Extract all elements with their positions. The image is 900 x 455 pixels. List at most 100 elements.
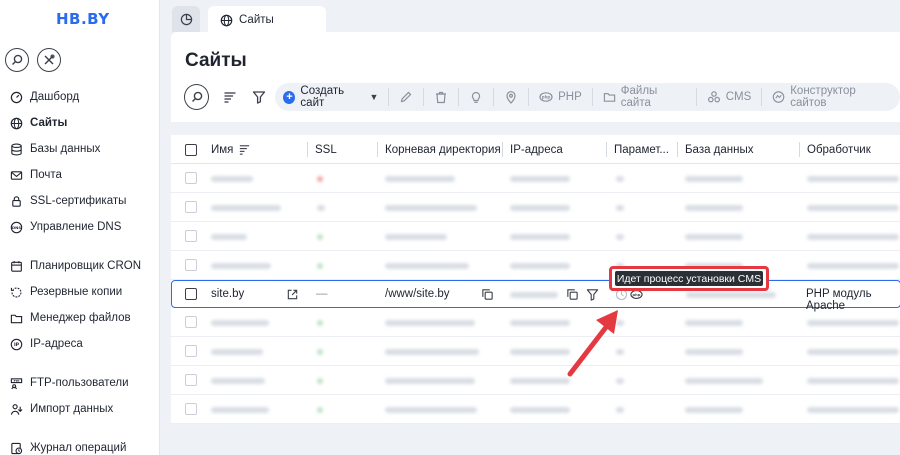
suspend-button[interactable] [463,86,489,108]
row-checkbox[interactable] [185,230,197,242]
location-button[interactable] [498,86,524,108]
blurred-handler [807,234,899,240]
sidebar-item-dashboard[interactable]: Дашборд [0,84,160,110]
sidebar-item-ip[interactable]: IP IP-адреса [0,331,160,357]
sort-button[interactable] [217,84,242,110]
blurred-ip [510,176,570,182]
row-checkbox[interactable] [185,374,197,386]
toolbar-divider [761,88,763,106]
ip-icon: IP [10,338,23,350]
select-all-checkbox[interactable] [185,135,197,164]
copy-icon[interactable] [481,288,494,301]
table-row[interactable] [171,395,900,424]
column-ip[interactable]: IP-адреса [502,135,563,164]
blurred-ip [510,205,570,211]
tools-button[interactable] [37,48,61,72]
sidebar-item-label: IP-адреса [30,338,83,350]
table-row[interactable] [171,222,900,251]
column-label: База данных [685,143,754,156]
sidebar-item-label: Почта [30,169,62,181]
blurred-name [211,263,271,269]
filter-icon[interactable] [586,288,599,301]
create-site-button[interactable]: + Создать сайт ▼ [281,85,384,109]
table-row[interactable] [171,164,900,193]
row-checkbox[interactable] [185,316,197,328]
sidebar-item-sites[interactable]: Сайты [0,110,160,136]
page-title: Сайты [185,50,247,71]
column-divider [677,142,678,157]
table-row[interactable] [171,251,900,280]
row-checkbox[interactable] [185,345,197,357]
site-name[interactable]: site.by [211,288,244,300]
svg-text:IP: IP [14,342,20,348]
table-search-button[interactable] [184,84,210,110]
toolbar-divider [493,88,495,106]
delete-button[interactable] [428,86,454,108]
chevron-down-icon: ▼ [369,92,379,102]
blurred-name [211,234,247,240]
blurred-database [685,407,743,413]
sidebar-item-file-manager[interactable]: Менеджер файлов [0,305,160,331]
column-database[interactable]: База данных [677,135,754,164]
root-directory: /www/site.by [385,288,450,300]
sidebar-item-backups[interactable]: Резервные копии [0,279,160,305]
row-checkbox[interactable] [185,172,197,184]
column-handler[interactable]: Обработчик [799,135,871,164]
column-ssl[interactable]: SSL [307,135,337,164]
search-icon [12,54,23,65]
php-button[interactable]: php PHP [533,86,588,108]
filter-button[interactable] [246,84,271,110]
blurred-handler [807,349,899,355]
global-search-button[interactable] [5,48,29,72]
blurred-name [211,205,281,211]
checkbox[interactable] [185,143,197,156]
folder-icon [603,93,615,102]
column-name[interactable]: Имя [211,135,251,164]
table-row[interactable] [171,193,900,222]
blurred-ip [510,263,570,269]
cms-button[interactable]: CMS [701,86,758,108]
table-row-selected[interactable]: site.by — /www/site.by php PHP модуль Ap… [171,280,900,312]
ftp-icon: FTP [10,377,23,389]
sidebar-item-ftp[interactable]: FTP FTP-пользователи [0,370,160,396]
sidebar-item-dns[interactable]: DNS Управление DNS [0,214,160,240]
blurred-name [211,320,269,326]
row-checkbox[interactable] [185,201,197,213]
sidebar-item-ssl[interactable]: SSL-сертификаты [0,188,160,214]
sidebar-item-operations-log[interactable]: Журнал операций [0,435,160,455]
site-builder-icon [772,91,785,103]
table-row[interactable] [171,337,900,366]
sort-icon[interactable] [238,143,251,156]
copy-icon[interactable] [566,288,579,301]
blurred-root [385,320,475,326]
logo[interactable]: HB.BY [56,10,110,28]
row-checkbox[interactable] [185,259,197,271]
table-row[interactable] [171,366,900,395]
sites-table: Имя SSL Корневая директория IP-адреса Па… [171,135,900,424]
speedometer-icon [10,91,23,103]
php-icon: php [539,92,553,102]
open-external-icon[interactable] [286,288,299,301]
sidebar-item-databases[interactable]: Базы данных [0,136,160,162]
site-builder-button[interactable]: Конструктор сайтов [766,85,894,109]
sidebar-item-mail[interactable]: Почта [0,162,160,188]
edit-button[interactable] [393,86,419,108]
blurred-name [211,176,253,182]
row-checkbox[interactable] [185,403,197,415]
sidebar-item-cron[interactable]: Планировщик CRON [0,253,160,279]
trash-icon [436,91,447,104]
tab-sites[interactable]: Сайты [208,6,326,34]
column-params[interactable]: Парамет... [606,135,669,164]
tab-dashboard[interactable] [172,6,200,32]
ssl-value: — [316,288,328,300]
ssl-status-icon [317,349,323,355]
column-root[interactable]: Корневая директория [377,135,501,164]
column-label: IP-адреса [510,143,563,156]
column-label: SSL [315,143,337,156]
sidebar-item-import[interactable]: Импорт данных [0,396,160,422]
table-row[interactable] [171,308,900,337]
site-files-button[interactable]: Файлы сайта [597,85,692,109]
globe-icon [10,117,23,129]
row-checkbox[interactable] [185,288,197,300]
globe-icon [220,14,233,26]
